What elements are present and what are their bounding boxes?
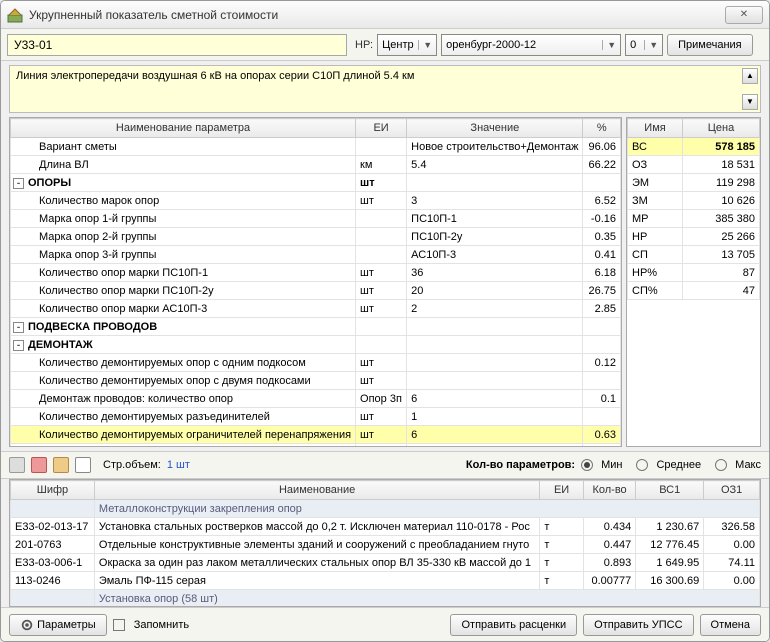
table-row[interactable]: Марка опор 3-й группыАС10П-30.41: [11, 246, 621, 264]
table-row[interactable]: МР385 380: [628, 210, 760, 228]
remember-label: Запомнить: [134, 619, 189, 631]
radio-avg[interactable]: [636, 459, 648, 471]
chevron-down-icon: ▼: [644, 40, 658, 50]
tool-icon-1[interactable]: [9, 457, 25, 473]
col-dei[interactable]: ЕИ: [540, 481, 584, 500]
chevron-down-icon: ▼: [602, 40, 616, 50]
table-row[interactable]: -ПОДВЕСКА ПРОВОДОВ: [11, 318, 621, 336]
param-count-label: Кол-во параметров:: [466, 459, 575, 471]
notes-button[interactable]: Примечания: [667, 34, 753, 56]
table-row[interactable]: 201-0763Отдельные конструктивные элемент…: [11, 536, 760, 554]
scroll-down-icon[interactable]: ▼: [742, 94, 758, 110]
table-row[interactable]: ЗМ10 626: [628, 192, 760, 210]
col-pprice[interactable]: Цена: [683, 119, 760, 138]
tool-icon-4[interactable]: [75, 457, 91, 473]
code-input[interactable]: [7, 34, 347, 56]
col-pct[interactable]: %: [583, 119, 621, 138]
scroll-up-icon[interactable]: ▲: [742, 68, 758, 84]
detail-wrap: Шифр Наименование ЕИ Кол-во ВС1 ОЗ1 Мета…: [1, 479, 769, 607]
table-row[interactable]: НР25 266: [628, 228, 760, 246]
table-row[interactable]: Количество демонтируемых опор с двумя по…: [11, 372, 621, 390]
table-row[interactable]: ЭМ119 298: [628, 174, 760, 192]
col-value[interactable]: Значение: [407, 119, 583, 138]
radio-max[interactable]: [715, 459, 727, 471]
tool-icon-3[interactable]: [53, 457, 69, 473]
tree-toggle-icon[interactable]: -: [13, 322, 24, 333]
app-window: Укрупненный показатель сметной стоимости…: [0, 0, 770, 642]
chevron-down-icon: ▼: [418, 40, 432, 50]
gear-icon: [20, 618, 34, 632]
param-grid[interactable]: Наименование параметра ЕИ Значение % Вар…: [9, 117, 622, 447]
table-row[interactable]: Количество демонтируемых ограничителей п…: [11, 426, 621, 444]
col-kv[interactable]: Кол-во: [583, 481, 635, 500]
table-row[interactable]: Установка опор (58 шт): [11, 590, 760, 608]
table-row[interactable]: Демонтаж проводов: количество опорОпор 3…: [11, 390, 621, 408]
mid-toolbar: Стр.объем: 1 шт Кол-во параметров: Мин С…: [1, 451, 769, 479]
send-upss-button[interactable]: Отправить УПСС: [583, 614, 693, 636]
table-row[interactable]: Количество опор марки ПС10П-1шт366.18: [11, 264, 621, 282]
detail-grid[interactable]: Шифр Наименование ЕИ Кол-во ВС1 ОЗ1 Мета…: [9, 479, 761, 607]
send-rates-button[interactable]: Отправить расценки: [450, 614, 577, 636]
table-row[interactable]: Количество демонтируемых опор с одним по…: [11, 354, 621, 372]
params-button[interactable]: Параметры: [9, 614, 107, 636]
col-shf[interactable]: Шифр: [11, 481, 95, 500]
qty-select[interactable]: 0▼: [625, 34, 663, 56]
table-row[interactable]: Е33-02-013-17Установка стальных ростверк…: [11, 518, 760, 536]
close-button[interactable]: ✕: [725, 6, 763, 24]
col-nm[interactable]: Наименование: [94, 481, 539, 500]
tree-toggle-icon[interactable]: -: [13, 340, 24, 351]
cancel-button[interactable]: Отмена: [700, 614, 761, 636]
col-v1[interactable]: ВС1: [636, 481, 704, 500]
table-row[interactable]: СП13 705: [628, 246, 760, 264]
main-split: Наименование параметра ЕИ Значение % Вар…: [1, 117, 769, 447]
description-box[interactable]: Линия электропередачи воздушная 6 кВ на …: [9, 65, 761, 113]
np-label: НР:: [355, 39, 373, 51]
table-row[interactable]: Количество демонтируемых разъединителейш…: [11, 408, 621, 426]
table-row[interactable]: Вариант сметыНовое строительство+Демонта…: [11, 138, 621, 156]
table-row[interactable]: 113-0246Эмаль ПФ-115 сераят0.0077716 300…: [11, 572, 760, 590]
col-ei[interactable]: ЕИ: [356, 119, 407, 138]
top-toolbar: НР: Центр▼ оренбург-2000-12▼ 0▼ Примечан…: [1, 29, 769, 61]
tree-toggle-icon[interactable]: -: [13, 178, 24, 189]
window-title: Укрупненный показатель сметной стоимости: [29, 8, 725, 22]
table-row[interactable]: Количество опор марки ПС10П-2ушт2026.75: [11, 282, 621, 300]
titlebar: Укрупненный показатель сметной стоимости…: [1, 1, 769, 29]
remember-checkbox[interactable]: [113, 619, 125, 631]
table-row[interactable]: СП%47: [628, 282, 760, 300]
tool-icon-2[interactable]: [31, 457, 47, 473]
table-row[interactable]: -ОПОРЫшт: [11, 174, 621, 192]
vol-label: Стр.объем:: [103, 459, 161, 471]
description-text: Линия электропередачи воздушная 6 кВ на …: [16, 70, 414, 82]
table-row[interactable]: Металлоконструкции закрепления опор: [11, 500, 760, 518]
col-v2[interactable]: ОЗ1: [704, 481, 760, 500]
table-row[interactable]: Количество демонтируемых столбовых подст…: [11, 444, 621, 448]
price-grid[interactable]: Имя Цена ВС578 185ОЗ18 531ЭМ119 298ЗМ10 …: [626, 117, 761, 447]
np-select[interactable]: Центр▼: [377, 34, 437, 56]
col-name[interactable]: Наименование параметра: [11, 119, 356, 138]
table-row[interactable]: Марка опор 1-й группыПС10П-1-0.16: [11, 210, 621, 228]
table-row[interactable]: -ДЕМОНТАЖ: [11, 336, 621, 354]
table-row[interactable]: ОЗ18 531: [628, 156, 760, 174]
radio-min[interactable]: [581, 459, 593, 471]
col-pname[interactable]: Имя: [628, 119, 683, 138]
table-row[interactable]: ВС578 185: [628, 138, 760, 156]
table-row[interactable]: Марка опор 2-й группыПС10П-2у0.35: [11, 228, 621, 246]
table-row[interactable]: Е33-03-006-1Окраска за один раз лаком ме…: [11, 554, 760, 572]
table-row[interactable]: НР%87: [628, 264, 760, 282]
table-row[interactable]: Количество марок опоршт36.52: [11, 192, 621, 210]
app-icon: [7, 7, 23, 23]
region-select[interactable]: оренбург-2000-12▼: [441, 34, 621, 56]
table-row[interactable]: Количество опор марки АС10П-3шт22.85: [11, 300, 621, 318]
vol-value: 1 шт: [167, 459, 190, 471]
table-row[interactable]: Длина ВЛкм5.466.22: [11, 156, 621, 174]
footer: Параметры Запомнить Отправить расценки О…: [1, 607, 769, 641]
